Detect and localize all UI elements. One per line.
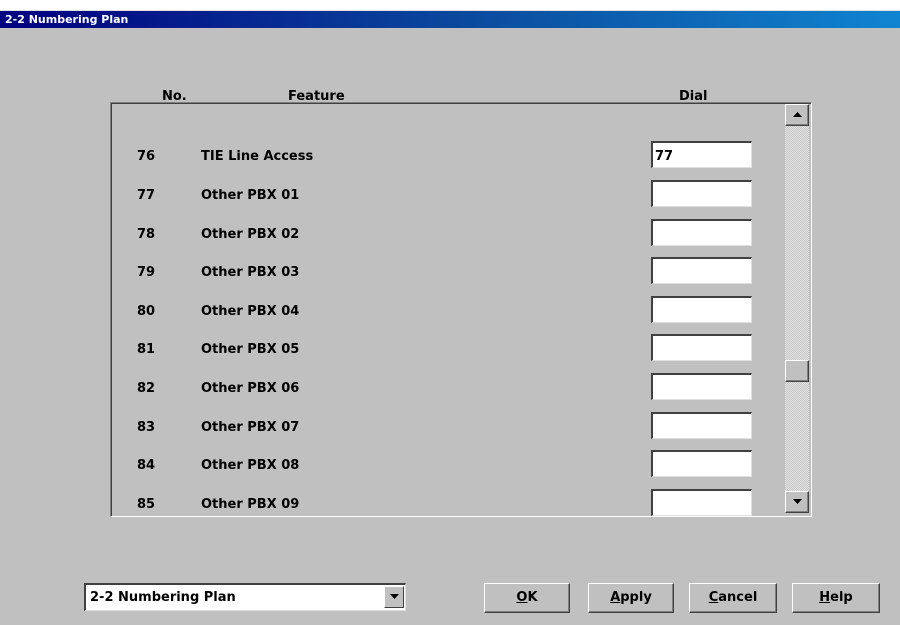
window-title: 2-2 Numbering Plan (0, 11, 900, 28)
row-number: 82 (137, 381, 156, 396)
row-feature: Other PBX 09 (201, 497, 300, 512)
table-row: 84 Other PBX 08 (111, 450, 781, 482)
dial-input[interactable] (651, 257, 752, 284)
row-feature: Other PBX 04 (201, 304, 300, 319)
row-feature: Other PBX 02 (201, 227, 300, 242)
scroll-up-button[interactable] (785, 104, 809, 126)
help-mnemonic: H (819, 590, 831, 605)
table-row: 80 Other PBX 04 (111, 296, 781, 328)
dial-input[interactable] (651, 180, 752, 207)
dial-input[interactable] (651, 450, 752, 477)
page-select-dropdown[interactable]: 2-2 Numbering Plan (84, 583, 406, 611)
row-number: 85 (137, 497, 156, 512)
dropdown-button[interactable] (384, 586, 404, 608)
vertical-scrollbar[interactable] (785, 104, 809, 513)
row-number: 80 (137, 304, 156, 319)
row-feature: Other PBX 03 (201, 265, 300, 280)
cancel-mnemonic: C (708, 590, 719, 605)
row-number: 76 (137, 149, 156, 164)
numbering-plan-table: 76 TIE Line Access 77 Other PBX 01 78 Ot… (110, 102, 812, 517)
dial-input[interactable] (651, 489, 752, 516)
arrow-down-icon (793, 499, 802, 504)
row-feature: Other PBX 06 (201, 381, 300, 396)
page-select-value: 2-2 Numbering Plan (90, 590, 236, 605)
dial-input[interactable] (651, 373, 752, 400)
table-row: 85 Other PBX 09 (111, 489, 781, 521)
apply-button[interactable]: Apply (588, 583, 674, 613)
apply-mnemonic: A (610, 590, 621, 605)
ok-mnemonic: O (516, 590, 528, 605)
row-number: 79 (137, 265, 156, 280)
row-feature: TIE Line Access (201, 149, 314, 164)
row-number: 83 (137, 420, 156, 435)
dial-input[interactable] (651, 296, 752, 323)
row-feature: Other PBX 01 (201, 188, 300, 203)
row-number: 77 (137, 188, 156, 203)
table-row: 76 TIE Line Access (111, 141, 781, 173)
table-row: 83 Other PBX 07 (111, 412, 781, 444)
row-number: 84 (137, 458, 156, 473)
table-row: 82 Other PBX 06 (111, 373, 781, 405)
table-row: 78 Other PBX 02 (111, 219, 781, 251)
arrow-up-icon (793, 112, 802, 117)
scroll-down-button[interactable] (785, 491, 809, 513)
cancel-label: ancel (718, 590, 758, 605)
dial-input[interactable] (651, 412, 752, 439)
table-row: 79 Other PBX 03 (111, 257, 781, 289)
apply-label: pply (620, 590, 652, 605)
dial-input[interactable] (651, 334, 752, 361)
row-number: 81 (137, 342, 156, 357)
dial-input[interactable] (651, 219, 752, 246)
row-number: 78 (137, 227, 156, 242)
row-feature: Other PBX 08 (201, 458, 300, 473)
table-row: 77 Other PBX 01 (111, 180, 781, 212)
chevron-down-icon (390, 594, 399, 599)
help-button[interactable]: Help (792, 583, 880, 613)
cancel-button[interactable]: Cancel (689, 583, 777, 613)
dial-input[interactable] (651, 141, 752, 168)
ok-button[interactable]: OK (484, 583, 570, 613)
scroll-thumb[interactable] (785, 360, 809, 382)
row-feature: Other PBX 05 (201, 342, 300, 357)
table-row: 81 Other PBX 05 (111, 334, 781, 366)
row-feature: Other PBX 07 (201, 420, 300, 435)
help-label: elp (830, 590, 853, 605)
numbering-plan-window: 2-2 Numbering Plan No. Feature Dial 76 T… (0, 10, 900, 625)
ok-label: K (527, 590, 538, 605)
